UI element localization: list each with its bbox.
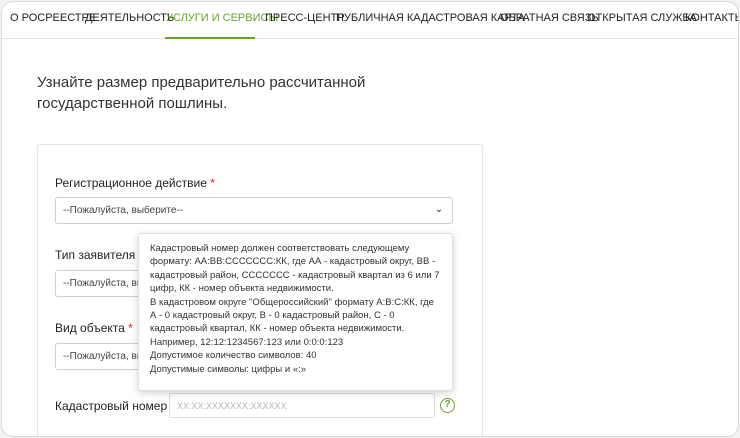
tooltip-line: Например, 12:12:1234567:123 или 0:0:0:12… — [150, 336, 344, 348]
tooltip-line: В кадастровом округе "Общероссийский" фо… — [150, 296, 434, 335]
nav-item-about[interactable]: О РОСРЕЕСТРЕ — [10, 12, 96, 25]
registration-action-value: --Пожалуйста, выберите-- — [63, 205, 184, 216]
required-mark: * — [128, 321, 133, 335]
tooltip-line: Кадастровый номер должен соответствовать… — [150, 243, 440, 295]
registration-action-label: Регистрационное действие * — [55, 176, 215, 190]
nav-item-open-service[interactable]: ОТКРЫТАЯ СЛУЖБА — [587, 12, 697, 25]
active-tab-underline — [165, 37, 255, 39]
cadastral-number-tooltip: Кадастровый номер должен соответствовать… — [138, 233, 453, 391]
nav-item-cadastral-map[interactable]: ПУБЛИЧНАЯ КАДАСТРОВАЯ КАРТА — [336, 12, 525, 25]
browser-frame: О РОСРЕЕСТРЕ ДЕЯТЕЛЬНОСТЬ УСЛУГИ И СЕРВИ… — [1, 1, 739, 437]
nav-item-press-center[interactable]: ПРЕСС-ЦЕНТР — [265, 12, 345, 25]
nav-item-services[interactable]: УСЛУГИ И СЕРВИСЫ — [166, 12, 278, 25]
nav-item-contacts[interactable]: КОНТАКТЫ — [685, 12, 738, 25]
registration-action-select[interactable]: --Пожалуйста, выберите-- ⌄ — [55, 197, 453, 224]
cadastral-number-label: Кадастровый номер — [55, 399, 168, 413]
object-type-label-text: Вид объекта — [55, 321, 125, 335]
help-icon[interactable]: ? — [440, 398, 455, 413]
chevron-down-icon: ⌄ — [434, 204, 444, 215]
nav-item-feedback[interactable]: ОБРАТНАЯ СВЯЗЬ — [500, 12, 599, 25]
page-title: Узнайте размер предварительно рассчитанн… — [37, 74, 366, 112]
required-mark: * — [210, 176, 215, 190]
nav-item-activity[interactable]: ДЕЯТЕЛЬНОСТЬ — [85, 12, 174, 25]
applicant-type-label-text: Тип заявителя — [55, 248, 136, 262]
cadastral-number-input[interactable] — [169, 393, 435, 418]
applicant-type-label: Тип заявителя * — [55, 248, 143, 262]
top-navigation: О РОСРЕЕСТРЕ ДЕЯТЕЛЬНОСТЬ УСЛУГИ И СЕРВИ… — [2, 2, 738, 39]
tooltip-line: Допустимое количество символов: 40 — [150, 350, 317, 362]
tooltip-line: Допустимые символы: цифры и «:» — [150, 363, 307, 375]
object-type-label: Вид объекта * — [55, 321, 133, 335]
registration-action-label-text: Регистрационное действие — [55, 176, 207, 190]
